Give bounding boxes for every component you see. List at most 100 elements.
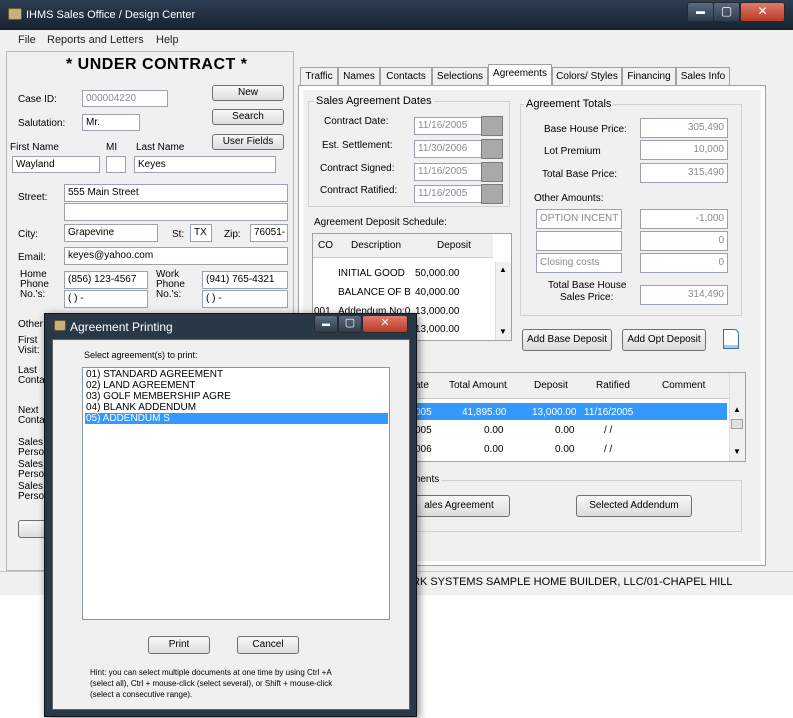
list-item[interactable]: 04) BLANK ADDENDUM — [85, 402, 388, 413]
contract-signed-field[interactable]: 11/16/2005 — [414, 163, 482, 181]
mi-field[interactable] — [106, 156, 126, 173]
state-field[interactable]: TX — [190, 224, 212, 242]
contract-ratified-field[interactable]: 11/16/2005 — [414, 185, 482, 203]
list-item-selected[interactable]: 05) ADDENDUM S — [85, 413, 388, 424]
agreements-scroll-thumb[interactable] — [731, 419, 743, 429]
agreement-row-1-ratified: 11/16/2005 — [584, 407, 634, 418]
deposit-scroll-up-icon[interactable]: ▲ — [499, 265, 507, 274]
contract-signed-calendar-button[interactable] — [481, 162, 503, 182]
tab-names[interactable]: Names — [338, 67, 380, 85]
document-icon[interactable] — [723, 329, 739, 349]
other-amount-3-value[interactable]: 0 — [640, 253, 728, 273]
tab-traffic[interactable]: Traffic — [300, 67, 338, 85]
window-title: IHMS Sales Office / Design Center — [26, 9, 196, 21]
list-item[interactable]: 02) LAND AGREEMENT — [85, 380, 388, 391]
base-house-price-label: Base House Price: — [544, 124, 627, 135]
city-label: City: — [18, 229, 38, 240]
deposit-row-2-deposit: 40,000.00 — [415, 287, 460, 298]
base-house-price-field[interactable]: 305,490 — [640, 118, 728, 138]
status-bar-text: RK SYSTEMS SAMPLE HOME BUILDER, LLC/01-C… — [412, 576, 733, 588]
tab-financing[interactable]: Financing — [622, 67, 676, 85]
agreements-scroll-down-icon[interactable]: ▼ — [733, 447, 741, 456]
case-id-label: Case ID: — [18, 94, 57, 105]
agreement-row-2-total: 0.00 — [484, 425, 504, 436]
dialog-icon — [54, 320, 66, 331]
work-phone-field-2[interactable]: ( ) - — [202, 290, 288, 308]
other-amount-1-value[interactable]: -1,000 — [640, 209, 728, 229]
list-item[interactable]: 01) STANDARD AGREEMENT — [85, 369, 388, 380]
deposit-row-2-description: BALANCE OF B — [338, 287, 411, 298]
sales-agreement-button[interactable]: ales Agreement — [408, 495, 510, 517]
est-settlement-field[interactable]: 11/30/2006 — [414, 140, 482, 158]
zip-field[interactable]: 76051- — [250, 224, 288, 242]
add-opt-deposit-button[interactable]: Add Opt Deposit — [622, 329, 706, 351]
total-base-price-field[interactable]: 315,490 — [640, 163, 728, 183]
minimize-button[interactable]: ▬ — [687, 2, 714, 22]
other-amounts-label: Other Amounts: — [534, 193, 604, 204]
home-phone-field-2[interactable]: ( ) - — [64, 290, 148, 308]
menu-help[interactable]: Help — [156, 34, 179, 46]
est-settlement-label: Est. Settlement: — [322, 140, 393, 151]
cancel-button[interactable]: Cancel — [237, 636, 299, 654]
deposit-header-deposit: Deposit — [437, 240, 471, 251]
home-phone-label-3: No.'s: — [20, 289, 46, 300]
deposit-row-1-description: INITIAL GOOD — [338, 268, 405, 279]
first-visit-label-2: Visit: — [18, 345, 40, 356]
work-phone-label-3: No.'s: — [156, 289, 182, 300]
salutation-field[interactable]: Mr. — [82, 114, 140, 131]
total-sales-price-field[interactable]: 314,490 — [640, 285, 728, 305]
last-name-field[interactable]: Keyes — [134, 156, 276, 173]
street-field[interactable]: 555 Main Street — [64, 184, 288, 202]
selected-addendum-button[interactable]: Selected Addendum — [576, 495, 692, 517]
other-amount-3-name[interactable]: Closing costs — [536, 253, 622, 273]
list-item[interactable]: 03) GOLF MEMBERSHIP AGRE — [85, 391, 388, 402]
other-amount-1-name[interactable]: OPTION INCENT — [536, 209, 622, 229]
dialog-minimize-button[interactable]: ▬ — [314, 315, 338, 333]
lot-premium-field[interactable]: 10,000 — [640, 140, 728, 160]
menu-file[interactable]: File — [18, 34, 36, 46]
contract-date-field[interactable]: 11/16/2005 — [414, 117, 482, 135]
street2-field[interactable] — [64, 203, 288, 221]
deposit-scroll-down-icon[interactable]: ▼ — [499, 327, 507, 336]
contract-date-calendar-button[interactable] — [481, 116, 503, 136]
user-fields-button[interactable]: User Fields — [212, 134, 284, 150]
tab-colors-styles[interactable]: Colors/ Styles — [552, 67, 622, 85]
close-button[interactable]: ✕ — [740, 2, 785, 22]
other-amount-2-value[interactable]: 0 — [640, 231, 728, 251]
tab-contacts[interactable]: Contacts — [380, 67, 432, 85]
status-banner: * UNDER CONTRACT * — [66, 56, 248, 73]
city-field[interactable]: Grapevine — [64, 224, 158, 242]
case-id-field[interactable]: 000004220 — [82, 90, 168, 107]
add-base-deposit-button[interactable]: Add Base Deposit — [522, 329, 612, 351]
tab-selections[interactable]: Selections — [432, 67, 488, 85]
tab-sales-info[interactable]: Sales Info — [676, 67, 730, 85]
contract-ratified-label: Contract Ratified: — [320, 185, 398, 196]
print-button[interactable]: Print — [148, 636, 210, 654]
other-amount-2-name[interactable] — [536, 231, 622, 251]
tab-agreements[interactable]: Agreements — [488, 64, 552, 86]
first-name-field[interactable]: Wayland — [12, 156, 100, 173]
agreements-scroll-up-icon[interactable]: ▲ — [733, 405, 741, 414]
dialog-prompt: Select agreement(s) to print: — [84, 350, 198, 360]
deposit-row-3-deposit: 13,000.00 — [415, 306, 460, 317]
dialog-maximize-button[interactable]: ▢ — [338, 315, 362, 333]
deposit-row-1-deposit: 50,000.00 — [415, 268, 460, 279]
agreement-list[interactable]: 01) STANDARD AGREEMENT 02) LAND AGREEMEN… — [82, 367, 390, 620]
menu-reports-and-letters[interactable]: Reports and Letters — [47, 34, 144, 46]
lot-premium-label: Lot Premium — [544, 146, 601, 157]
new-button[interactable]: New — [212, 85, 284, 101]
est-settlement-calendar-button[interactable] — [481, 139, 503, 159]
email-field[interactable]: keyes@yahoo.com — [64, 247, 288, 265]
maximize-button[interactable]: ▢ — [713, 2, 740, 22]
contract-ratified-calendar-button[interactable] — [481, 184, 503, 204]
agreements-header-deposit: Deposit — [534, 380, 568, 391]
search-button[interactable]: Search — [212, 109, 284, 125]
next-contact-label-2: Conta — [18, 415, 45, 426]
agreement-row-2-deposit: 0.00 — [555, 425, 575, 436]
dialog-title: Agreement Printing — [70, 320, 173, 334]
app-icon — [8, 8, 22, 20]
contract-signed-label: Contract Signed: — [320, 163, 395, 174]
home-phone-field-1[interactable]: (856) 123-4567 — [64, 271, 148, 289]
dialog-close-button[interactable]: ✕ — [362, 315, 408, 333]
work-phone-field-1[interactable]: (941) 765-4321 — [202, 271, 288, 289]
